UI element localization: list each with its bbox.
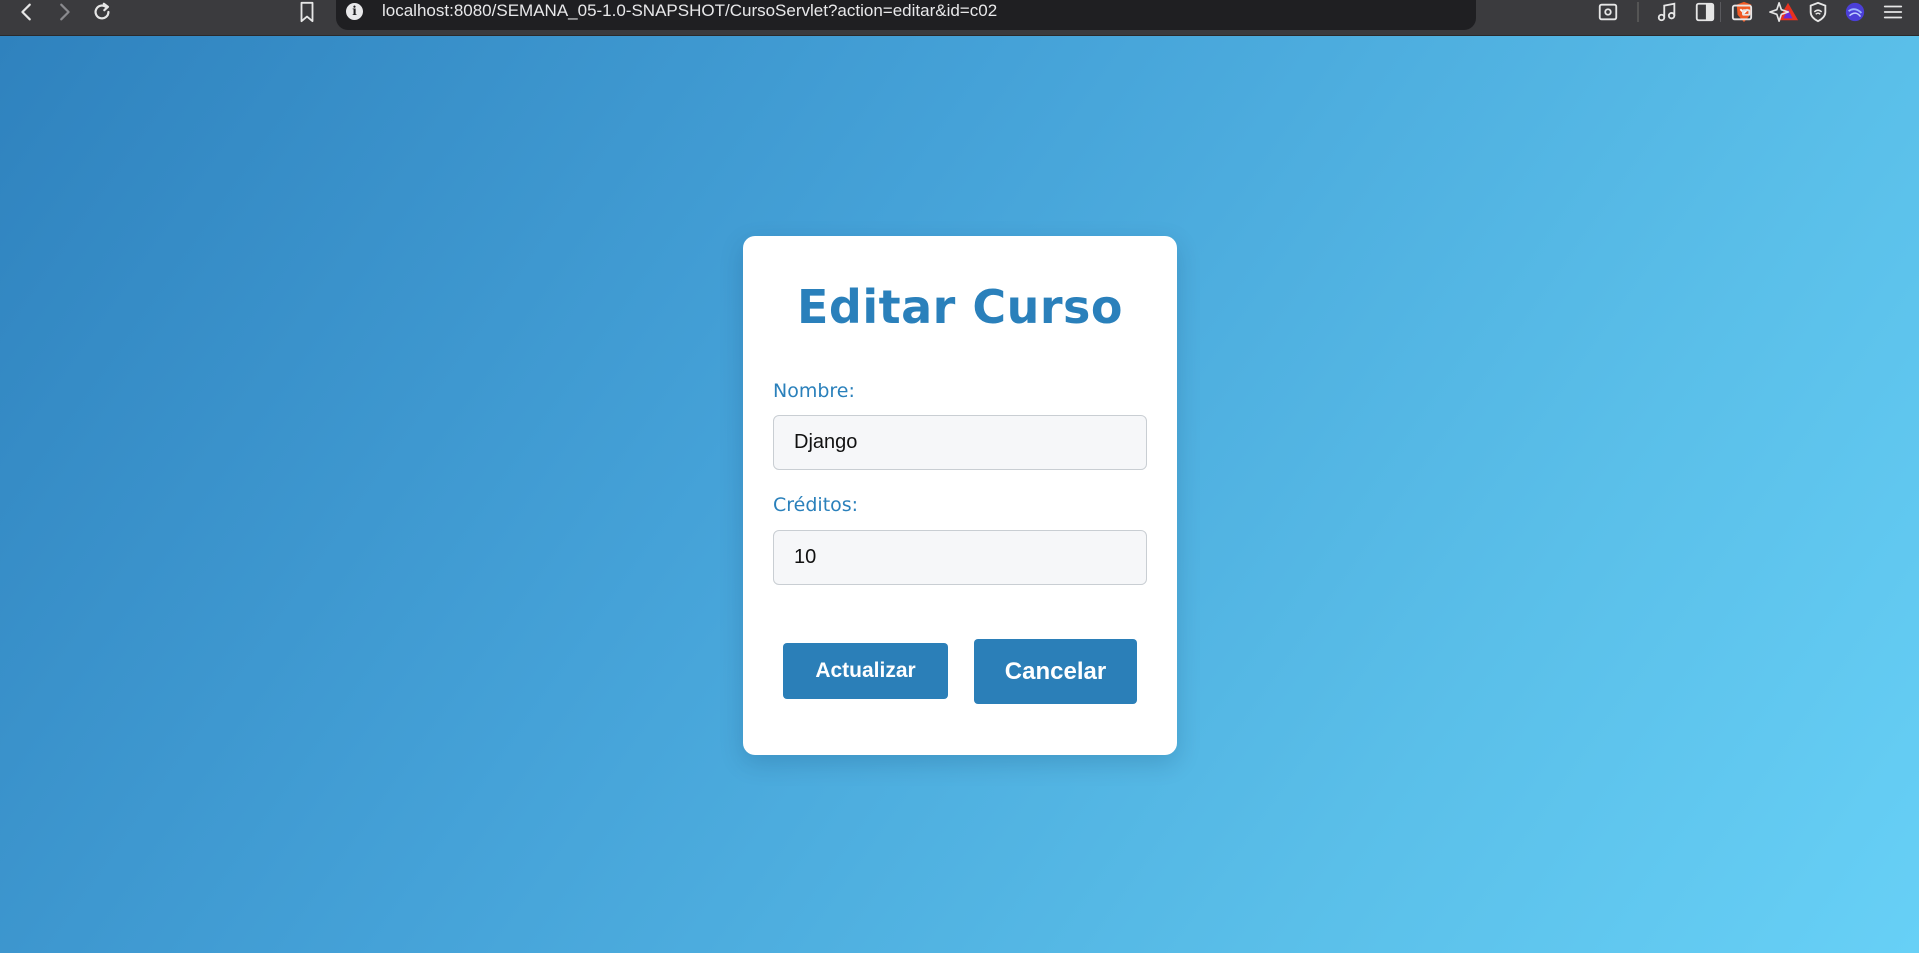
nombre-label: Nombre: [773,380,855,402]
address-bar[interactable]: i localhost:8080/SEMANA_05-1.0-SNAPSHOT/… [336,0,1799,30]
vpn-icon[interactable] [1803,0,1833,24]
cancel-button[interactable]: Cancelar [974,639,1137,704]
leo-ai-icon[interactable] [1765,0,1795,24]
page-background: Editar Curso Nombre: Créditos: Actualiza… [0,36,1919,953]
url-divider [1720,2,1721,22]
menu-icon[interactable] [1878,0,1908,24]
creditos-label: Créditos: [773,494,859,516]
back-icon[interactable] [12,0,42,24]
toolbar-separator [1637,2,1639,22]
form-title: Editar Curso [796,280,1124,334]
forward-icon[interactable] [49,0,79,24]
url-text[interactable]: localhost:8080/SEMANA_05-1.0-SNAPSHOT/Cu… [382,0,997,22]
info-icon[interactable]: i [346,3,363,20]
creditos-input[interactable] [773,530,1147,585]
edit-course-form: Editar Curso Nombre: Créditos: Actualiza… [743,236,1177,755]
bookmark-icon[interactable] [292,0,322,24]
wallet-icon[interactable] [1727,0,1757,24]
sidebar-icon[interactable] [1690,0,1720,24]
update-button[interactable]: Actualizar [783,643,948,699]
browser-toolbar: i localhost:8080/SEMANA_05-1.0-SNAPSHOT/… [0,0,1919,36]
screenshot-icon[interactable] [1593,0,1623,24]
reload-icon[interactable] [87,0,117,24]
nombre-input[interactable] [773,415,1147,470]
music-icon[interactable] [1652,0,1682,24]
profile-icon[interactable] [1840,0,1870,24]
